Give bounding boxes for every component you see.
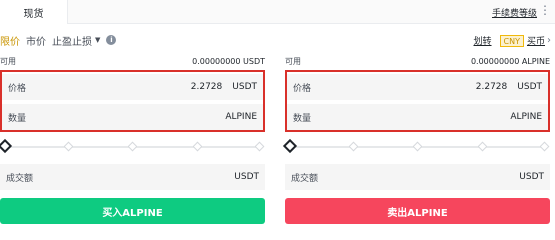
trade-tools: 划转 CNY 买币 › <box>474 34 551 47</box>
sell-amount-input[interactable]: 数量 ALPINE <box>287 104 548 130</box>
slider-mark-50[interactable] <box>127 141 138 152</box>
tab-spot[interactable]: 现货 <box>0 0 68 24</box>
total-label: 成交额 <box>291 173 319 184</box>
tab-bar: 现货 手续费等级 ⋮ <box>0 0 555 24</box>
buy-form: 可用 0.00000000 USDT 价格 2.2728 USDT 数量 ALPI… <box>0 55 265 224</box>
buy-button[interactable]: 买入ALPINE <box>0 198 265 224</box>
total-unit: USDT <box>234 172 259 182</box>
price-label: 价格 <box>293 83 312 94</box>
order-type-limit[interactable]: 限价 <box>0 33 20 48</box>
price-value: 2.2728 <box>190 82 223 92</box>
amount-unit: ALPINE <box>225 112 257 122</box>
buy-amount-input[interactable]: 数量 ALPINE <box>2 104 263 130</box>
sell-total-input[interactable]: 成交额 USDT <box>285 164 550 190</box>
order-type-market[interactable]: 市价 <box>26 33 46 48</box>
price-unit: USDT <box>232 82 257 92</box>
order-type-selector: 限价 市价 止盈止损 ▼ i <box>0 32 122 48</box>
sell-form: 可用 0.00000000 ALPINE 价格 2.2728 USDT 数量 AL… <box>282 55 550 224</box>
fee-level-link[interactable]: 手续费等级 <box>492 6 537 19</box>
total-label: 成交额 <box>6 173 34 184</box>
slider-mark-75[interactable] <box>477 141 488 152</box>
slider-mark-50[interactable] <box>412 141 423 152</box>
available-value: 0.00000000 ALPINE <box>470 56 550 66</box>
amount-unit: ALPINE <box>510 112 542 122</box>
more-icon[interactable]: ⋮ <box>539 3 551 17</box>
price-value: 2.2728 <box>475 82 508 92</box>
slider-mark-100[interactable] <box>254 141 265 152</box>
sell-input-group: 价格 2.2728 USDT 数量 ALPINE <box>285 70 550 132</box>
buy-available: 可用 0.00000000 USDT <box>0 55 265 67</box>
buy-crypto-link[interactable]: 买币 <box>527 34 545 47</box>
slider-handle[interactable] <box>282 138 298 154</box>
slider-mark-75[interactable] <box>192 141 203 152</box>
buy-input-group: 价格 2.2728 USDT 数量 ALPINE <box>0 70 265 132</box>
chevron-right-icon[interactable]: › <box>547 35 551 46</box>
slider-mark-25[interactable] <box>348 141 359 152</box>
price-label: 价格 <box>8 83 27 94</box>
caret-down-icon[interactable]: ▼ <box>95 36 100 44</box>
buy-total-input[interactable]: 成交额 USDT <box>0 164 265 190</box>
total-unit: USDT <box>519 172 544 182</box>
slider-mark-100[interactable] <box>539 141 550 152</box>
sell-available: 可用 0.00000000 ALPINE <box>285 55 550 67</box>
currency-badge: CNY <box>499 34 524 47</box>
sell-percent-slider[interactable] <box>282 138 550 154</box>
order-type-stop-limit[interactable]: 止盈止损 <box>52 33 92 48</box>
sell-button[interactable]: 卖出ALPINE <box>285 198 550 224</box>
slider-handle[interactable] <box>0 138 13 154</box>
available-label: 可用 <box>285 56 301 66</box>
available-label: 可用 <box>0 56 16 66</box>
slider-mark-25[interactable] <box>63 141 74 152</box>
info-icon[interactable]: i <box>106 35 117 45</box>
amount-label: 数量 <box>293 113 312 124</box>
amount-label: 数量 <box>8 113 27 124</box>
available-value: 0.00000000 USDT <box>192 56 265 66</box>
sell-price-input[interactable]: 价格 2.2728 USDT <box>287 74 548 100</box>
price-unit: USDT <box>517 82 542 92</box>
buy-price-input[interactable]: 价格 2.2728 USDT <box>2 74 263 100</box>
buy-percent-slider[interactable] <box>0 138 265 154</box>
transfer-link[interactable]: 划转 <box>474 34 492 47</box>
